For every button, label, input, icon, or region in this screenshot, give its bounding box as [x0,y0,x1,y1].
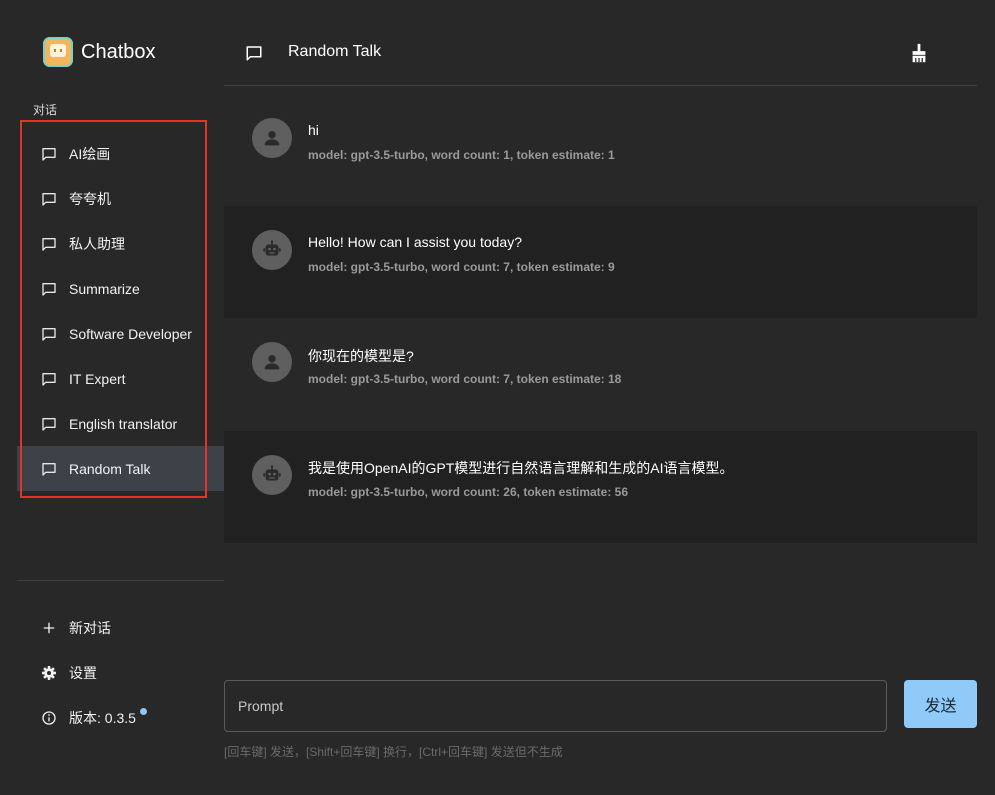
person-icon [252,342,292,382]
chat-bubble-icon [41,326,57,342]
new-chat-button[interactable]: 新对话 [17,605,224,650]
message-text: 你现在的模型是? [308,348,414,364]
update-badge [140,708,147,715]
plus-icon [41,620,57,636]
send-button[interactable]: 发送 [904,680,977,728]
person-icon [252,118,292,158]
conversations-section-label: 对话 [33,103,58,117]
chat-bubble-icon [41,461,57,477]
sidebar-item-random-talk[interactable]: Random Talk [17,446,224,491]
robot-icon [252,230,292,270]
chat-bubble-icon [41,281,57,297]
sidebar-item-label: Random Talk [69,460,151,477]
version-label: 版本: 0.3.5 [69,709,136,726]
page-title: Random Talk [288,43,382,60]
sidebar-item-label: 夸夸机 [69,190,111,207]
sidebar-item-label: IT Expert [69,370,126,387]
sidebar-item-label: Summarize [69,280,140,297]
sidebar-item-label: Software Developer [69,325,192,342]
message-meta: model: gpt-3.5-turbo, word count: 7, tok… [308,260,615,274]
message-meta: model: gpt-3.5-turbo, word count: 7, tok… [308,372,622,386]
robot-icon [252,455,292,495]
sidebar-item-english-translator[interactable]: English translator [17,401,224,446]
sidebar-item-personal-assistant[interactable]: 私人助理 [17,221,224,266]
message-text: hi [308,122,319,138]
chat-bubble-icon [41,371,57,387]
gear-icon [41,665,57,681]
message-meta: model: gpt-3.5-turbo, word count: 1, tok… [308,148,615,162]
sidebar: Chatbox 对话 AI绘画 夸夸机 私人助理 Summarize Softw… [0,0,224,795]
version-button[interactable]: 版本: 0.3.5 [17,695,224,740]
chatbox-logo-icon [43,37,73,67]
chat-header: Random Talk [224,17,977,86]
broom-icon[interactable] [908,42,930,64]
settings-label: 设置 [69,664,97,681]
sidebar-divider [17,580,224,581]
chat-bubble-icon [41,416,57,432]
app-name: Chatbox [81,40,156,63]
conversation-list: AI绘画 夸夸机 私人助理 Summarize Software Develop… [17,131,224,491]
sidebar-item-label: AI绘画 [69,145,111,162]
chat-bubble-icon [41,236,57,252]
sidebar-item-label: English translator [69,415,178,432]
sidebar-bottom-menu: 新对话 设置 版本: 0.3.5 [17,605,224,740]
message-list: hi model: gpt-3.5-turbo, word count: 1, … [224,94,977,543]
message-user: 你现在的模型是? model: gpt-3.5-turbo, word coun… [224,318,977,431]
message-meta: model: gpt-3.5-turbo, word count: 26, to… [308,485,629,499]
message-user: hi model: gpt-3.5-turbo, word count: 1, … [224,94,977,206]
sidebar-item-label: 私人助理 [69,235,125,252]
chat-bubble-icon [245,44,263,62]
sidebar-item-summarize[interactable]: Summarize [17,266,224,311]
sidebar-item-ai-drawing[interactable]: AI绘画 [17,131,224,176]
sidebar-item-it-expert[interactable]: IT Expert [17,356,224,401]
prompt-input[interactable] [224,680,887,732]
sidebar-item-software-developer[interactable]: Software Developer [17,311,224,356]
brand: Chatbox [43,37,156,67]
sidebar-item-praise-bot[interactable]: 夸夸机 [17,176,224,221]
new-chat-label: 新对话 [69,619,111,636]
chat-bubble-icon [41,146,57,162]
message-text: 我是使用OpenAI的GPT模型进行自然语言理解和生成的AI语言模型。 [308,460,734,476]
settings-button[interactable]: 设置 [17,650,224,695]
message-assistant: 我是使用OpenAI的GPT模型进行自然语言理解和生成的AI语言模型。 mode… [224,431,977,543]
keyboard-hint: [回车键] 发送，[Shift+回车键] 换行，[Ctrl+回车键] 发送但不生… [224,745,563,759]
message-text: Hello! How can I assist you today? [308,234,522,250]
info-icon [41,710,57,726]
chat-bubble-icon [41,191,57,207]
message-assistant: Hello! How can I assist you today? model… [224,206,977,318]
